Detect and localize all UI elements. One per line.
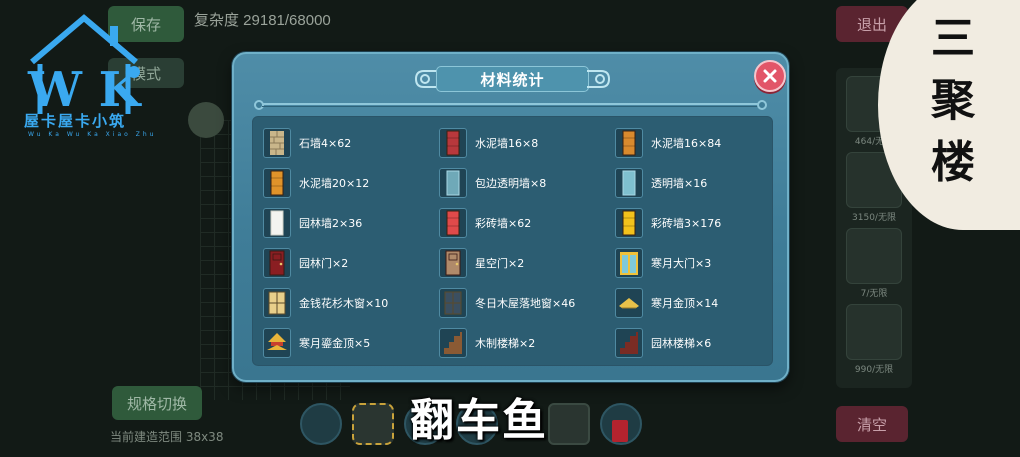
roof-icon	[615, 288, 643, 318]
dialog-title-plate: 材料统计	[414, 64, 611, 94]
stairs-icon	[439, 328, 467, 358]
caption-seal	[612, 420, 628, 442]
switch-spec-button[interactable]: 规格切换	[112, 386, 202, 420]
material-label: 园林墙2×36	[299, 217, 363, 230]
material-label: 水泥墙16×84	[651, 137, 722, 150]
material-label: 星空门×2	[475, 257, 525, 270]
material-item: 彩砖墙3×176	[613, 203, 766, 243]
title-divider	[262, 103, 759, 107]
video-caption: 翻车鱼	[410, 395, 548, 446]
inventory-slot-count: 990/无限	[854, 365, 894, 375]
avatar	[188, 102, 224, 138]
material-item: 透明墙×16	[613, 163, 766, 203]
material-label: 石墙4×62	[299, 137, 352, 150]
eraser-tool-button[interactable]	[300, 403, 342, 445]
material-list-panel: 石墙4×62 水泥墙16×8 水泥墙16×84 水泥墙20×12 包边透明墙×8 透明墙×…	[252, 116, 773, 366]
material-label: 水泥墙20×12	[299, 177, 370, 190]
material-stats-dialog: 材料统计 石墙4×62 水泥墙16×8 水泥墙16×84 水泥墙20×12 包边透明墙×…	[232, 52, 789, 382]
garden-wall-icon	[263, 208, 291, 238]
glass-wall-icon	[615, 168, 643, 198]
material-item: 水泥墙20×12	[261, 163, 437, 203]
material-item: 园林门×2	[261, 243, 437, 283]
door-icon	[263, 248, 291, 278]
stairs-icon	[615, 328, 643, 358]
inventory-slot-count: 3150/无限	[852, 213, 896, 223]
inventory-slot[interactable]	[846, 304, 902, 360]
dialog-title: 材料统计	[480, 70, 545, 89]
cement-wall-icon	[263, 168, 291, 198]
chair-tool-button[interactable]	[352, 403, 394, 445]
build-range-label: 当前建造范围 38x38	[110, 430, 224, 444]
material-item: 冬日木屋落地窗×46	[437, 283, 613, 323]
material-item: 水泥墙16×8	[437, 123, 613, 163]
material-label: 彩砖墙×62	[475, 217, 532, 230]
material-label: 寒月大门×3	[651, 257, 712, 270]
clear-button[interactable]: 清空	[836, 406, 908, 442]
window-icon	[439, 288, 467, 318]
fence-tool-button[interactable]	[548, 403, 590, 445]
material-label: 包边透明墙×8	[475, 177, 547, 190]
material-list: 石墙4×62 水泥墙16×8 水泥墙16×84 水泥墙20×12 包边透明墙×8 透明墙×…	[261, 123, 766, 363]
inventory-slot-count: 7/无限	[860, 289, 888, 299]
material-item: 园林墙2×36	[261, 203, 437, 243]
material-label: 寒月金顶×14	[651, 297, 719, 310]
material-item: 园林楼梯×6	[613, 323, 766, 363]
logo-title: 屋卡屋卡小筑	[24, 112, 127, 130]
material-label: 彩砖墙3×176	[651, 217, 722, 230]
material-item: 星空门×2	[437, 243, 613, 283]
window-icon	[263, 288, 291, 318]
material-label: 水泥墙16×8	[475, 137, 539, 150]
inventory-slot[interactable]	[846, 228, 902, 284]
close-button[interactable]	[754, 60, 786, 92]
close-icon	[763, 69, 777, 83]
brick-wall-icon	[439, 208, 467, 238]
stamp-text: 三聚楼	[931, 13, 975, 188]
material-item: 彩砖墙×62	[437, 203, 613, 243]
glass-wall-icon	[439, 168, 467, 198]
material-item: 石墙4×62	[261, 123, 437, 163]
divider-ornament	[757, 100, 767, 110]
material-item: 水泥墙16×84	[613, 123, 766, 163]
pavilion-roof-icon	[263, 328, 291, 358]
complexity-counter: 复杂度 29181/68000	[194, 12, 331, 29]
material-label: 冬日木屋落地窗×46	[475, 297, 576, 310]
material-label: 寒月鎏金顶×5	[299, 337, 371, 350]
material-item: 金钱花杉木窗×10	[261, 283, 437, 323]
material-item: 木制楼梯×2	[437, 323, 613, 363]
stone-wall-icon	[263, 128, 291, 158]
logo-subtitle: Wu Ka Wu Ka Xiao Zhu	[28, 131, 157, 138]
material-label: 园林门×2	[299, 257, 349, 270]
house-logo-icon: W K	[27, 14, 143, 118]
material-item: 包边透明墙×8	[437, 163, 613, 203]
cloud-ornament-icon	[587, 70, 611, 88]
material-label: 木制楼梯×2	[475, 337, 536, 350]
material-label: 透明墙×16	[651, 177, 708, 190]
door-icon	[439, 248, 467, 278]
material-label: 金钱花杉木窗×10	[299, 297, 389, 310]
cement-wall-icon	[615, 128, 643, 158]
material-item: 寒月鎏金顶×5	[261, 323, 437, 363]
material-item: 寒月大门×3	[613, 243, 766, 283]
material-item: 寒月金顶×14	[613, 283, 766, 323]
brick-wall-icon	[615, 208, 643, 238]
material-label: 园林楼梯×6	[651, 337, 712, 350]
gate-icon	[615, 248, 643, 278]
cement-wall-icon	[439, 128, 467, 158]
